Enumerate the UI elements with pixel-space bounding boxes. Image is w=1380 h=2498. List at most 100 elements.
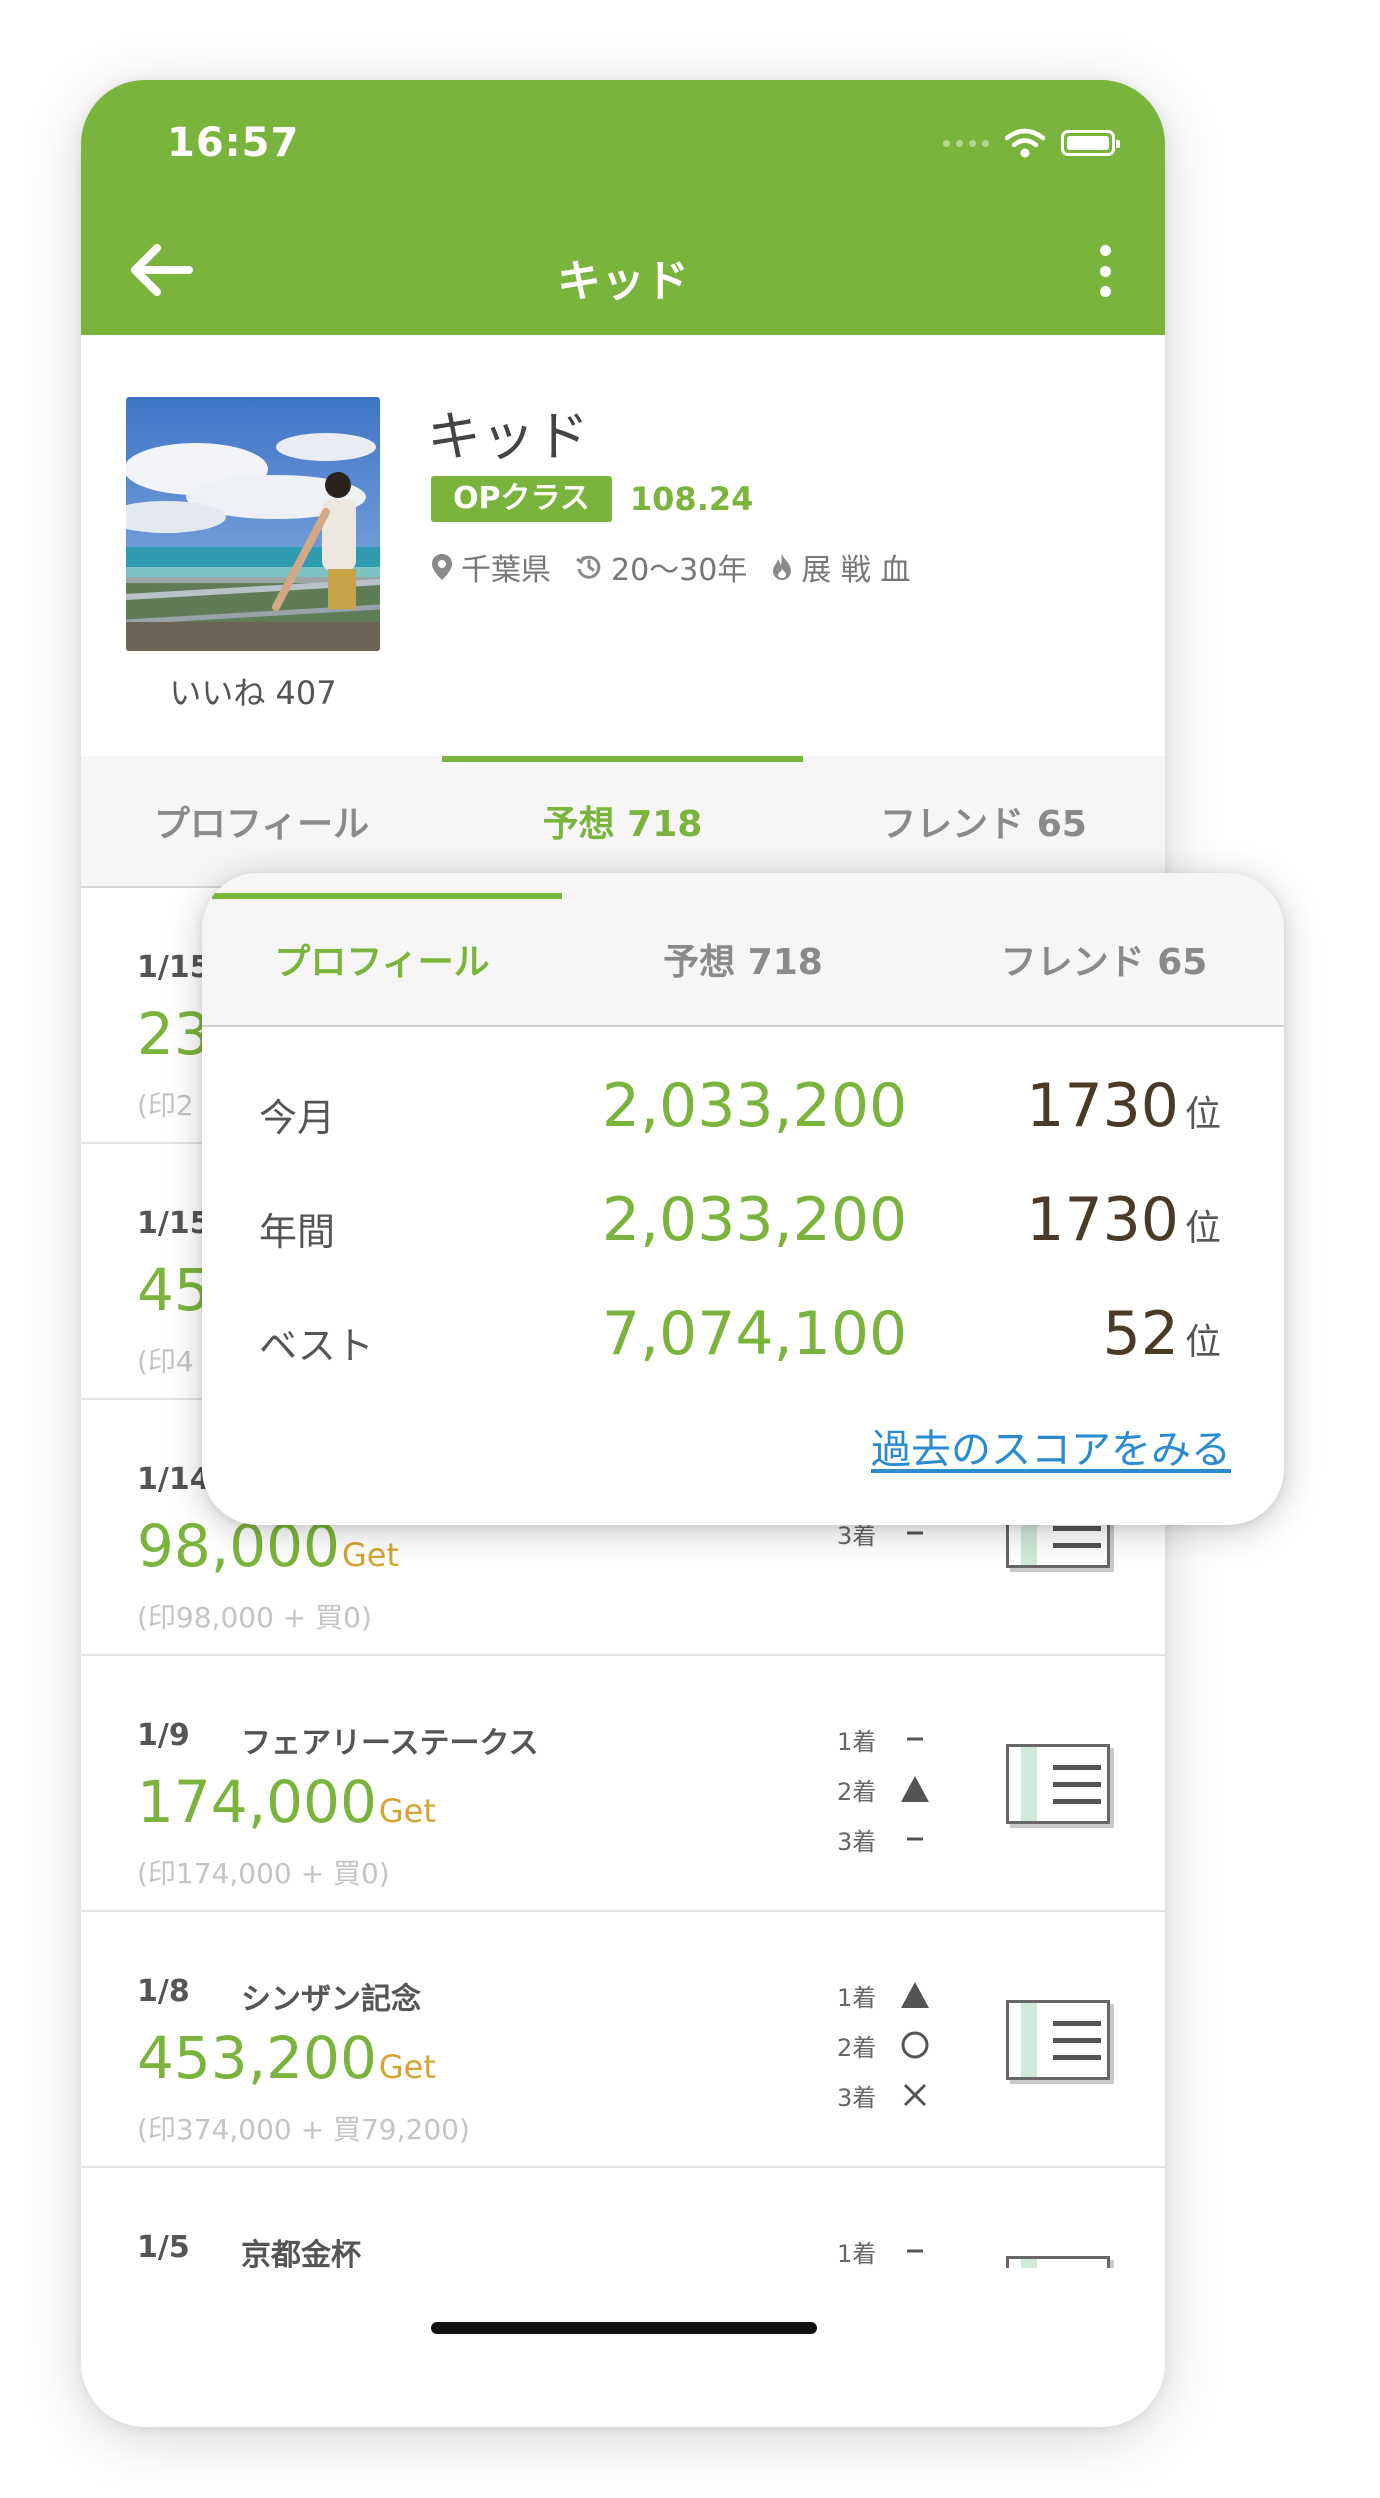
tab-friends[interactable]: フレンド 65 [803,756,1164,886]
more-options-button[interactable] [1095,245,1115,297]
score-row-year: 年間 2,033,200 1730 位 [202,1181,1284,1271]
race-breakdown: (印174,000 + 買0) [137,1857,390,1890]
score-label: 今月 [259,1096,336,1140]
status-time: 16:57 [167,120,300,166]
doc-stripe [1021,2003,1037,2077]
finish-row: 2着 [837,1764,935,1814]
race-detail-button[interactable] [1006,1744,1110,1824]
popup-tab-profile[interactable]: プロフィール [202,893,562,1025]
race-date: 1/5 [137,2230,190,2265]
race-row[interactable]: 1/5京都金杯229,000Get1着2着 [81,2168,1165,2268]
doc-line [1053,1782,1101,1787]
popup-tab-predictions[interactable]: 予想 718 [563,893,923,1025]
get-label: Get [378,2048,436,2086]
dash-mark-icon [895,1819,935,1859]
score-popup: プロフィール 予想 718 フレンド 65 今月 2,033,200 1730 … [202,873,1284,1525]
avatar[interactable] [126,397,380,651]
race-amount: 45 [137,1256,211,1324]
finish-row: 1着 [837,1714,935,1764]
popup-tab-friends[interactable]: フレンド 65 [924,893,1284,1025]
doc-line [1053,1799,1101,1804]
class-score: 108.24 [629,480,754,518]
doc-stripe [1021,2259,1037,2268]
finish-label: 2着 [837,2033,877,2062]
signal-icon [943,139,989,147]
finish-marks: 1着 2着 3着 [837,1970,935,2120]
page-title: キッド [557,256,689,307]
race-detail-button[interactable] [1006,2000,1110,2080]
age-text: 20～30年 [611,553,748,588]
rank-unit: 位 [1184,1322,1221,1363]
finish-row: 3着 [837,2070,935,2120]
finish-label: 1着 [837,1727,877,1756]
race-get: 45 [137,1256,211,1324]
finish-row: 1着 [837,1970,935,2020]
race-breakdown: (印2 [137,1089,194,1122]
filled-triangle-mark-icon [895,1769,935,1809]
finish-marks: 1着 2着 3着 [837,1714,935,1864]
race-get: 453,200 Get [137,2024,436,2092]
race-row[interactable]: 1/9 フェアリーステークス 174,000 Get (印174,000 + 買0) 1着… [81,1656,1165,1912]
score-amount: 2,033,200 [601,1185,908,1255]
finish-marks: 1着2着 [837,2226,935,2268]
circle-mark-icon [895,2025,935,2065]
location-meta: 千葉県 [431,545,551,589]
likes-count[interactable]: いいね 407 [126,668,380,714]
dash-mark-icon [895,1719,935,1759]
class-badge: OPクラス [431,476,612,522]
finish-label: 3着 [837,2083,877,2112]
profile-meta: 千葉県 20～30年 展 戦 血 [431,545,910,589]
race-breakdown: (印98,000 + 買0) [137,1601,372,1634]
race-date: 1/15 [137,1206,211,1241]
profile-header: いいね 407 キッド OPクラス 108.24 千葉県 20～30年 展 戦 … [81,335,1165,755]
rank-unit: 位 [1184,1094,1221,1135]
score-amount: 2,033,200 [601,1071,908,1141]
tab-predictions[interactable]: 予想 718 [442,756,803,886]
race-date: 1/14 [137,1462,211,1497]
race-amount: 453,200 [137,2024,377,2092]
flame-icon [773,554,792,580]
get-label: Get [378,1792,436,1830]
race-detail-button[interactable] [1006,2256,1110,2268]
location-text: 千葉県 [461,553,551,588]
rank-number: 52 [1102,1299,1179,1369]
race-name: フェアリーステークス [241,1726,539,1761]
score-label: 年間 [259,1210,336,1254]
finish-row: 3着 [837,1814,935,1864]
profile-tabs: プロフィール 予想 718 フレンド 65 [81,756,1165,888]
doc-line [1053,1526,1101,1531]
doc-stripe [1021,1747,1037,1821]
finish-row: 2着 [837,2020,935,2070]
score-rank: 1730 位 [1026,1185,1221,1255]
score-row-best: ベスト 7,074,100 52 位 [202,1295,1284,1385]
filled-triangle-mark-icon [895,1975,935,2015]
past-scores-link[interactable]: 過去のスコアをみる [871,1417,1231,1475]
doc-line [1053,1765,1101,1770]
style-meta: 展 戦 血 [771,545,910,589]
history-icon [576,555,601,579]
finish-label: 1着 [837,2239,877,2268]
race-amount: 174,000 [137,1768,377,1836]
race-get: 23 [137,1000,211,1068]
get-label: Get [341,1536,399,1574]
score-row-month: 今月 2,033,200 1730 位 [202,1067,1284,1157]
age-meta: 20～30年 [575,545,747,589]
doc-line [1053,1543,1101,1548]
location-pin-icon [432,554,452,580]
rank-number: 1730 [1026,1185,1179,1255]
finish-label: 2着 [837,1777,877,1806]
race-row[interactable]: 1/8 シンザン記念 453,200 Get (印374,000 + 買79,200) 1… [81,1912,1165,2168]
race-breakdown: (印374,000 + 買79,200) [137,2113,470,2146]
tab-profile[interactable]: プロフィール [81,756,442,886]
race-name: シンザン記念 [241,1982,421,2017]
finish-label: 3着 [837,1827,877,1856]
score-label: ベスト [259,1324,374,1368]
style-text: 展 戦 血 [801,553,911,588]
race-date: 1/9 [137,1718,190,1753]
finish-row: 1着 [837,2226,935,2268]
race-breakdown: (印4 [137,1345,194,1378]
score-rank: 52 位 [1103,1299,1221,1369]
race-name: 京都金杯 [241,2238,361,2268]
popup-tabs: プロフィール 予想 718 フレンド 65 [202,873,1284,1027]
score-amount: 7,074,100 [601,1299,908,1369]
